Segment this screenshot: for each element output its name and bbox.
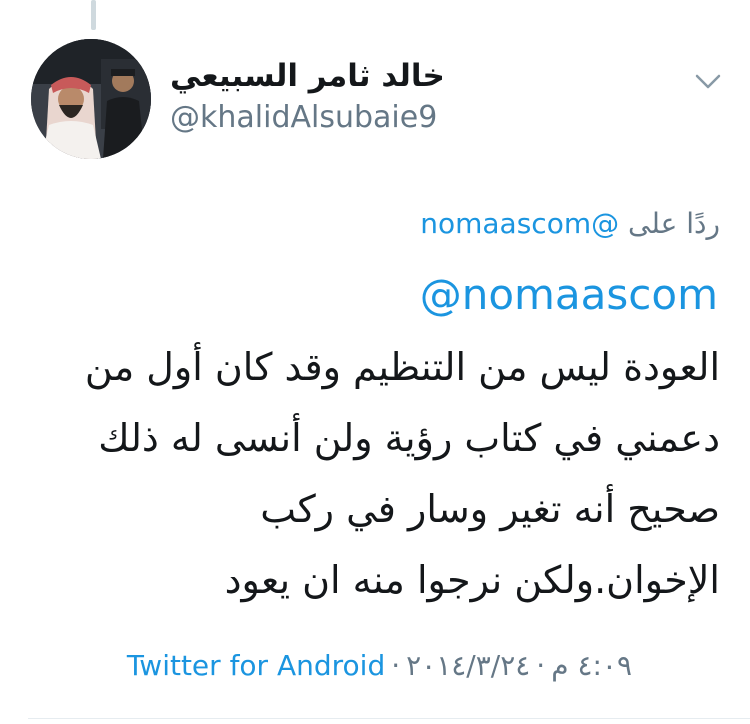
reply-context: ردًا على @nomaascom	[420, 204, 720, 244]
reply-to-user-link[interactable]: @nomaascom	[420, 207, 619, 240]
tweet-date: ٢٠١٤/٣/٢٤	[406, 649, 531, 682]
divider	[28, 718, 750, 719]
tweet-text-line: العودة ليس من التنظيم وقد كان أول من	[84, 345, 720, 389]
chevron-down-icon	[695, 74, 721, 89]
tweet-source-link[interactable]: Twitter for Android	[127, 649, 385, 682]
tweet-mention-link[interactable]: @nomaascom	[420, 268, 718, 322]
separator-dot: ·	[536, 649, 546, 682]
tweet-metadata: Twitter for Android · ٢٠١٤/٣/٢٤ · ٤:٠٩ م	[127, 646, 632, 686]
tweet-text-line: دعمني في كتاب رؤية ولن أنسى له ذلك	[98, 416, 720, 460]
tweet-menu-button[interactable]	[688, 62, 728, 102]
tweet-text-line: الإخوان.ولكن نرجوا منه ان يعود	[224, 558, 720, 602]
tweet-time[interactable]: ٤:٠٩ م	[551, 649, 632, 682]
separator-dot: ·	[391, 649, 401, 682]
avatar-photo	[31, 39, 151, 159]
author-display-name[interactable]: خالد ثامر السبيعي	[170, 56, 470, 96]
avatar[interactable]	[31, 39, 151, 159]
thread-connector-line	[91, 0, 96, 30]
tweet-text: العودة ليس من التنظيم وقد كان أول من دعم…	[80, 332, 720, 616]
tweet-text-line: صحيح أنه تغير وسار في ركب	[260, 487, 720, 531]
author-handle[interactable]: @khalidAlsubaie9	[170, 98, 437, 138]
reply-label: ردًا على	[628, 207, 720, 240]
